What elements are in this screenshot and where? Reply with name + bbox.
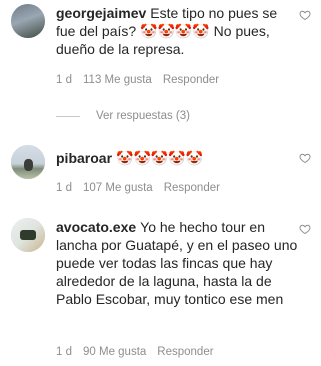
comment-meta: 1 d 90 Me gusta Responder — [56, 346, 214, 358]
comment-age: 1 d — [56, 74, 72, 86]
reply-button[interactable]: Responder — [164, 182, 220, 194]
comment-username[interactable]: georgejaimev — [56, 5, 146, 21]
comment-likes[interactable]: 90 Me gusta — [83, 346, 146, 358]
comment-text: 🤡🤡🤡🤡🤡 — [116, 150, 204, 166]
heart-icon[interactable] — [299, 9, 311, 21]
comment-age: 1 d — [56, 346, 72, 358]
comment-likes[interactable]: 113 Me gusta — [83, 74, 152, 86]
comment-age: 1 d — [56, 182, 72, 194]
comment-meta: 1 d 107 Me gusta Responder — [56, 182, 220, 194]
heart-icon[interactable] — [299, 152, 311, 164]
replies-divider — [56, 115, 80, 117]
avatar[interactable] — [11, 4, 45, 38]
view-replies-label[interactable]: Ver respuestas (3) — [96, 110, 190, 122]
comment-username[interactable]: avocato.exe — [56, 219, 136, 235]
view-replies-button[interactable]: Ver respuestas (3) — [56, 110, 190, 122]
heart-icon[interactable] — [299, 223, 311, 235]
comment-likes[interactable]: 107 Me gusta — [83, 182, 153, 194]
avatar[interactable] — [11, 218, 45, 252]
reply-button[interactable]: Responder — [163, 74, 219, 86]
comment-body: avocato.exe Yo he hecho tour en lancha po… — [56, 218, 299, 308]
comment-body: georgejaimev Este tipo no pues se fue del… — [56, 4, 299, 58]
avatar[interactable] — [11, 145, 45, 179]
comment-meta: 1 d 113 Me gusta Responder — [56, 74, 219, 86]
comment-username[interactable]: pibaroar — [56, 150, 112, 166]
comment-body: pibaroar 🤡🤡🤡🤡🤡 — [56, 149, 299, 167]
reply-button[interactable]: Responder — [157, 346, 213, 358]
